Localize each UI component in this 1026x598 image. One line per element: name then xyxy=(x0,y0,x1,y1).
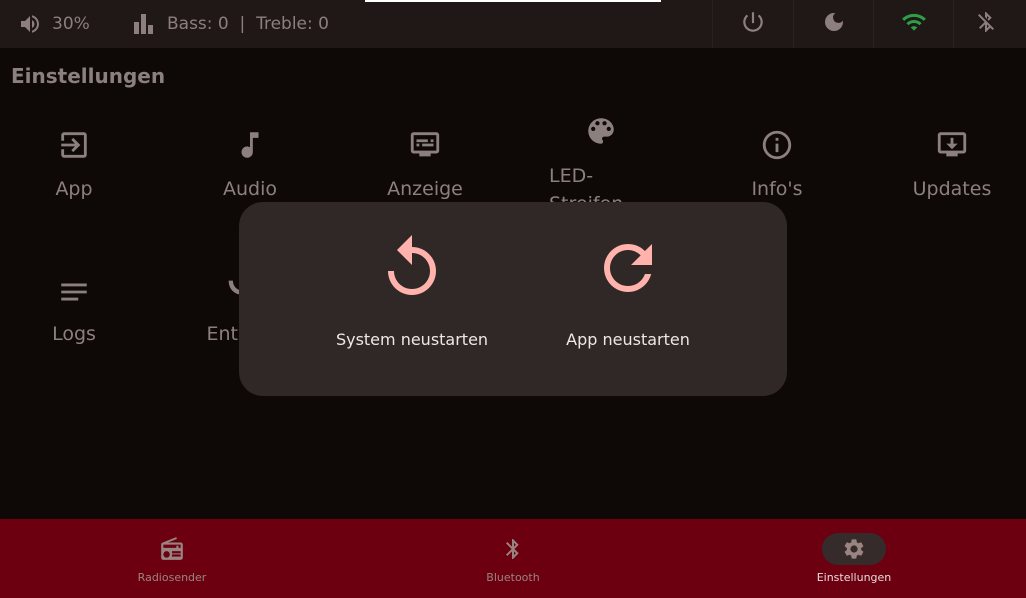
equalizer-icon xyxy=(133,13,155,35)
settings-tile-app[interactable]: App xyxy=(0,128,149,238)
radio-icon xyxy=(140,533,204,565)
moon-icon xyxy=(822,10,846,38)
equalizer-value: Bass: 0 | Treble: 0 xyxy=(167,14,329,34)
nav-label: Einstellungen xyxy=(816,571,892,584)
settings-tile-logs[interactable]: Logs xyxy=(0,275,149,385)
bluetooth-icon xyxy=(481,533,545,565)
bluetooth-disabled-button[interactable] xyxy=(946,0,1026,48)
palette-icon xyxy=(526,114,676,148)
system-update-icon xyxy=(877,128,1026,162)
nav-label: Radiosender xyxy=(137,571,207,584)
bluetooth-disabled-icon xyxy=(974,10,998,38)
restart-icon xyxy=(312,232,512,304)
notes-icon xyxy=(0,275,149,309)
volume-indicator[interactable]: 30% xyxy=(18,0,90,48)
app-restart-label: App neustarten xyxy=(566,330,690,349)
settings-tile-label: Updates xyxy=(912,178,992,200)
nav-item-bluetooth[interactable]: Bluetooth xyxy=(413,519,613,598)
system-restart-button[interactable]: System neustarten xyxy=(312,232,512,362)
night-mode-button[interactable] xyxy=(794,0,874,48)
bottom-navigation: Radiosender Bluetooth Einstellungen xyxy=(0,519,1026,598)
nav-item-radiosender[interactable]: Radiosender xyxy=(72,519,272,598)
settings-tile-label: Audio xyxy=(222,178,277,200)
nav-item-einstellungen[interactable]: Einstellungen xyxy=(754,519,954,598)
power-button[interactable] xyxy=(713,0,793,48)
settings-tile-updates[interactable]: Updates xyxy=(877,128,1026,238)
info-icon xyxy=(702,128,852,162)
settings-tile-label: Logs xyxy=(52,323,96,345)
page-title: Einstellungen xyxy=(11,64,166,88)
system-restart-label: System neustarten xyxy=(335,330,489,349)
power-icon xyxy=(740,9,766,39)
app-restart-button[interactable]: App neustarten xyxy=(528,232,728,362)
wifi-button[interactable] xyxy=(874,0,954,48)
gear-icon xyxy=(822,533,886,565)
settings-tile-label: Info's xyxy=(751,178,803,200)
settings-tile-label: Anzeige xyxy=(387,178,463,200)
equalizer-indicator[interactable]: Bass: 0 | Treble: 0 xyxy=(133,0,329,48)
music-note-icon xyxy=(175,128,325,162)
nav-label: Bluetooth xyxy=(486,571,540,584)
refresh-icon xyxy=(528,232,728,304)
volume-value: 30% xyxy=(52,14,90,34)
restart-dialog: System neustarten App neustarten xyxy=(239,202,787,396)
settings-tile-label: App xyxy=(55,178,93,200)
volume-icon xyxy=(18,12,42,36)
wifi-icon xyxy=(901,9,927,39)
exit-icon xyxy=(0,128,149,162)
top-accent-line xyxy=(365,0,661,2)
status-bar: 30% Bass: 0 | Treble: 0 xyxy=(0,0,1026,48)
display-settings-icon xyxy=(350,128,500,162)
